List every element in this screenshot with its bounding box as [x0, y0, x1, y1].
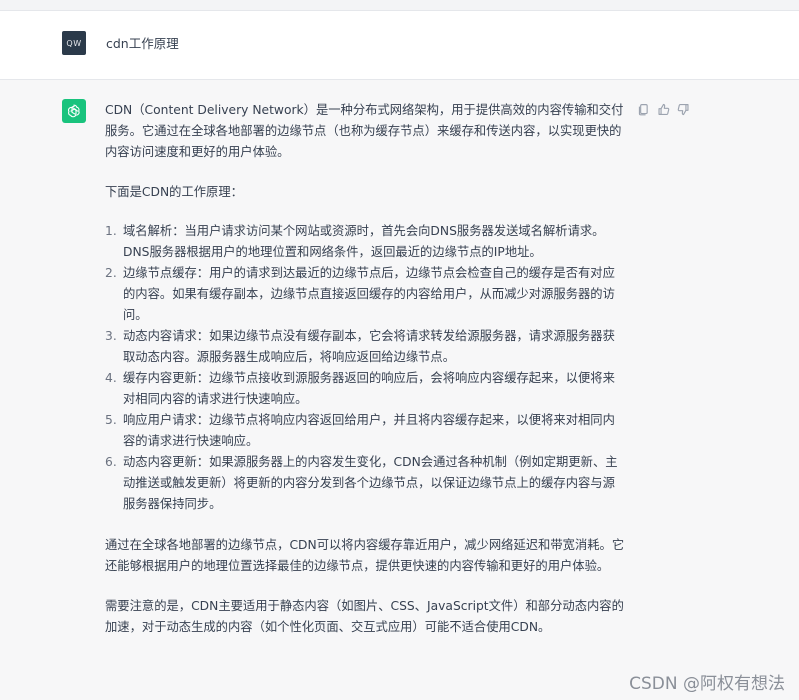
user-message-row: QW cdn工作原理: [0, 11, 799, 80]
list-number: 6.: [105, 455, 117, 469]
list-number: 3.: [105, 329, 117, 343]
list-item: 5. 响应用户请求：边缘节点将响应内容返回给用户，并且将内容缓存起来，以便将来对相…: [105, 410, 627, 452]
user-avatar: QW: [62, 31, 86, 55]
message-actions: [636, 102, 690, 116]
thumbs-down-icon: [677, 103, 689, 115]
list-item: 4. 缓存内容更新：边缘节点接收到源服务器返回的响应后，会将响应内容缓存起来，以便…: [105, 368, 627, 410]
list-item-text: 边缘节点缓存：用户的请求到达最近的边缘节点后，边缘节点会检查自己的缓存是否有对应…: [123, 266, 615, 322]
user-message-text: cdn工作原理: [106, 36, 179, 51]
list-item-text: 响应用户请求：边缘节点将响应内容返回给用户，并且将内容缓存起来，以便将来对相同内…: [123, 413, 615, 448]
list-item-text: 缓存内容更新：边缘节点接收到源服务器返回的响应后，会将响应内容缓存起来，以便将来…: [123, 371, 615, 406]
copy-button[interactable]: [636, 102, 650, 116]
list-number: 4.: [105, 371, 117, 385]
list-item-text: 动态内容更新：如果源服务器上的内容发生变化，CDN会通过各种机制（例如定期更新、…: [123, 455, 618, 511]
thumbs-up-icon: [657, 103, 669, 115]
thumbs-up-button[interactable]: [656, 102, 670, 116]
list-item: 3. 动态内容请求：如果边缘节点没有缓存副本，它会将请求转发给源服务器，请求源服务…: [105, 326, 627, 368]
list-item: 6. 动态内容更新：如果源服务器上的内容发生变化，CDN会通过各种机制（例如定期更…: [105, 452, 627, 515]
openai-logo-icon: [68, 104, 80, 118]
list-item: 2. 边缘节点缓存：用户的请求到达最近的边缘节点后，边缘节点会检查自己的缓存是否有…: [105, 263, 627, 326]
steps-list: 1. 域名解析：当用户请求访问某个网站或资源时，首先会向DNS服务器发送域名解析请…: [105, 221, 627, 515]
watermark: CSDN @阿权有想法: [629, 674, 785, 694]
answer-note: 需要注意的是，CDN主要适用于静态内容（如图片、CSS、JavaScript文件…: [105, 599, 624, 634]
top-strip: [0, 0, 799, 11]
assistant-avatar: [62, 99, 86, 123]
list-item-text: 动态内容请求：如果边缘节点没有缓存副本，它会将请求转发给源服务器，请求源服务器获…: [123, 329, 615, 364]
list-item: 1. 域名解析：当用户请求访问某个网站或资源时，首先会向DNS服务器发送域名解析请…: [105, 221, 627, 263]
list-number: 2.: [105, 266, 117, 280]
copy-icon: [638, 103, 648, 115]
list-item-text: 域名解析：当用户请求访问某个网站或资源时，首先会向DNS服务器发送域名解析请求。…: [123, 224, 605, 259]
answer-summary: 通过在全球各地部署的边缘节点，CDN可以将内容缓存靠近用户，减少网络延迟和带宽消…: [105, 538, 625, 573]
answer-intro: CDN（Content Delivery Network）是一种分布式网络架构，…: [105, 103, 624, 159]
thumbs-down-button[interactable]: [676, 102, 690, 116]
answer-lead-in: 下面是CDN的工作原理：: [105, 185, 243, 199]
assistant-answer: CDN（Content Delivery Network）是一种分布式网络架构，…: [105, 100, 627, 638]
list-number: 5.: [105, 413, 117, 427]
assistant-message-row: CDN（Content Delivery Network）是一种分布式网络架构，…: [0, 80, 799, 700]
list-number: 1.: [105, 224, 117, 238]
